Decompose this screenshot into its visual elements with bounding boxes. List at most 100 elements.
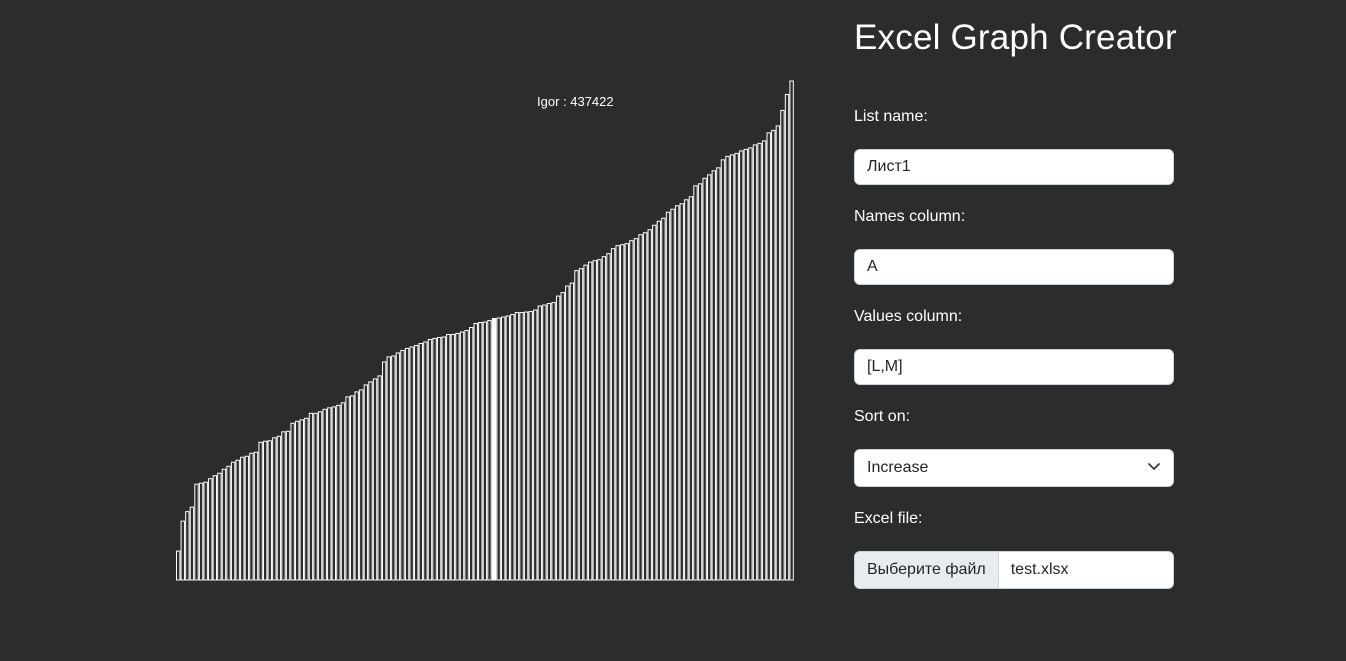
bar[interactable] bbox=[761, 140, 767, 581]
bar[interactable] bbox=[784, 93, 790, 581]
bar[interactable] bbox=[285, 430, 291, 581]
bar[interactable] bbox=[322, 408, 327, 581]
bar[interactable] bbox=[565, 285, 570, 581]
bar[interactable] bbox=[688, 196, 694, 581]
bar[interactable] bbox=[684, 199, 689, 581]
bar[interactable] bbox=[729, 154, 735, 581]
bar[interactable] bbox=[775, 125, 781, 581]
bar[interactable] bbox=[281, 431, 286, 581]
bar[interactable] bbox=[501, 316, 506, 581]
bar[interactable] bbox=[354, 391, 359, 581]
bar[interactable] bbox=[789, 80, 794, 581]
bar[interactable] bbox=[295, 420, 300, 581]
bar[interactable] bbox=[189, 506, 195, 581]
bar[interactable] bbox=[752, 144, 758, 581]
bar[interactable] bbox=[180, 520, 185, 581]
bar[interactable] bbox=[203, 481, 208, 581]
bar[interactable] bbox=[656, 220, 662, 581]
bar[interactable] bbox=[176, 550, 181, 581]
bar[interactable] bbox=[510, 314, 515, 581]
bar[interactable] bbox=[464, 330, 469, 581]
bar[interactable] bbox=[336, 404, 341, 581]
bar[interactable] bbox=[304, 417, 309, 581]
choose-file-button[interactable]: Выберите файл bbox=[855, 552, 999, 588]
bar[interactable] bbox=[642, 232, 648, 581]
bar[interactable] bbox=[368, 381, 373, 581]
bar[interactable] bbox=[505, 315, 510, 581]
bar[interactable] bbox=[496, 317, 501, 581]
bar[interactable] bbox=[290, 422, 295, 581]
bar[interactable] bbox=[674, 205, 680, 581]
bar[interactable] bbox=[217, 472, 222, 581]
bar[interactable] bbox=[661, 217, 666, 581]
bar[interactable] bbox=[652, 224, 657, 581]
bar[interactable] bbox=[391, 355, 396, 581]
bar[interactable] bbox=[707, 174, 712, 581]
bar[interactable] bbox=[624, 243, 629, 581]
bar[interactable] bbox=[633, 238, 639, 581]
bar[interactable] bbox=[528, 311, 533, 581]
bar[interactable] bbox=[693, 185, 698, 581]
values-column-input[interactable] bbox=[854, 349, 1174, 385]
bar[interactable] bbox=[473, 323, 478, 581]
bar[interactable] bbox=[468, 327, 474, 581]
bar[interactable] bbox=[276, 435, 282, 581]
bar[interactable] bbox=[615, 245, 620, 581]
bar[interactable] bbox=[578, 268, 584, 581]
bar[interactable] bbox=[629, 240, 634, 581]
bar[interactable] bbox=[208, 478, 213, 581]
bar[interactable] bbox=[739, 150, 744, 581]
bar[interactable] bbox=[382, 361, 387, 581]
bar[interactable] bbox=[597, 259, 602, 581]
bar[interactable] bbox=[748, 147, 753, 581]
bar[interactable] bbox=[757, 142, 762, 581]
bar[interactable] bbox=[555, 295, 561, 581]
bar[interactable] bbox=[331, 406, 337, 581]
bar[interactable] bbox=[610, 248, 616, 581]
bar[interactable] bbox=[253, 451, 259, 581]
bar[interactable] bbox=[588, 261, 593, 581]
excel-file-input[interactable]: Выберите файл test.xlsx bbox=[854, 551, 1174, 589]
bar[interactable] bbox=[702, 177, 707, 581]
bar[interactable] bbox=[313, 412, 318, 581]
bar[interactable] bbox=[583, 264, 588, 581]
bar[interactable] bbox=[533, 309, 538, 581]
bar[interactable] bbox=[679, 203, 684, 581]
bar[interactable] bbox=[542, 304, 547, 581]
bar[interactable] bbox=[620, 244, 625, 581]
bar-highlighted[interactable] bbox=[491, 318, 497, 581]
bar[interactable] bbox=[345, 396, 350, 581]
bar[interactable] bbox=[766, 132, 771, 581]
bar[interactable] bbox=[601, 256, 607, 581]
bar[interactable] bbox=[716, 167, 721, 581]
bar[interactable] bbox=[395, 352, 401, 581]
bar[interactable] bbox=[432, 337, 437, 581]
bar[interactable] bbox=[230, 461, 236, 581]
bar[interactable] bbox=[446, 333, 451, 581]
bar[interactable] bbox=[592, 260, 597, 581]
bar[interactable] bbox=[386, 356, 391, 581]
bar[interactable] bbox=[436, 336, 442, 581]
bar[interactable] bbox=[372, 378, 378, 581]
bar[interactable] bbox=[606, 253, 611, 581]
bar[interactable] bbox=[409, 346, 414, 581]
bar[interactable] bbox=[519, 312, 524, 581]
bar[interactable] bbox=[226, 465, 231, 581]
bar[interactable] bbox=[482, 321, 488, 581]
bar[interactable] bbox=[349, 395, 355, 581]
bar[interactable] bbox=[235, 459, 240, 581]
bar[interactable] bbox=[697, 183, 703, 581]
bar[interactable] bbox=[574, 270, 579, 581]
bar[interactable] bbox=[244, 455, 250, 581]
bar[interactable] bbox=[272, 437, 277, 581]
bar[interactable] bbox=[249, 452, 254, 581]
bar[interactable] bbox=[478, 322, 483, 581]
bar[interactable] bbox=[262, 440, 268, 581]
bar[interactable] bbox=[258, 441, 263, 581]
bar[interactable] bbox=[427, 338, 433, 581]
bar[interactable] bbox=[327, 407, 332, 581]
bar[interactable] bbox=[551, 302, 556, 581]
bar[interactable] bbox=[299, 419, 304, 581]
bar[interactable] bbox=[450, 333, 456, 581]
bar[interactable] bbox=[638, 234, 643, 581]
